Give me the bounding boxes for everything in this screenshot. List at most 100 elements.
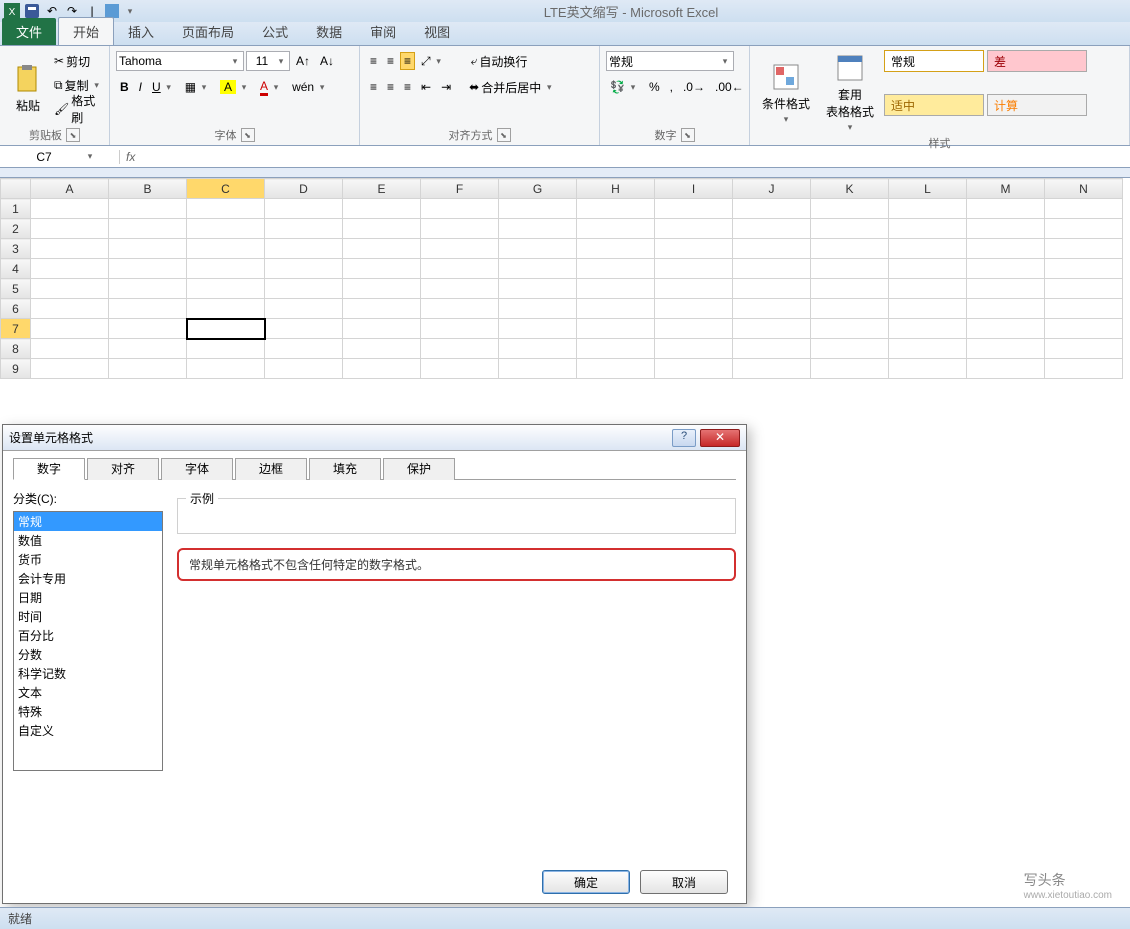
phonetic-button[interactable]: wén▾ — [288, 78, 332, 96]
category-item[interactable]: 货币 — [14, 550, 162, 569]
cell-B5[interactable] — [109, 279, 187, 299]
cell-G8[interactable] — [499, 339, 577, 359]
cell-E7[interactable] — [343, 319, 421, 339]
category-listbox[interactable]: 常规数值货币会计专用日期时间百分比分数科学记数文本特殊自定义 — [13, 511, 163, 771]
cell-A7[interactable] — [31, 319, 109, 339]
cell-D1[interactable] — [265, 199, 343, 219]
cell-H3[interactable] — [577, 239, 655, 259]
cell-N4[interactable] — [1045, 259, 1123, 279]
name-box[interactable]: ▾ — [0, 150, 120, 164]
align-left-button[interactable]: ≡ — [366, 78, 381, 96]
font-size-combo[interactable]: ▾ — [246, 51, 290, 71]
cell-K2[interactable] — [811, 219, 889, 239]
cell-N1[interactable] — [1045, 199, 1123, 219]
category-item[interactable]: 分数 — [14, 645, 162, 664]
border-button[interactable]: ▦▾ — [181, 78, 214, 96]
cell-H8[interactable] — [577, 339, 655, 359]
cell-L8[interactable] — [889, 339, 967, 359]
clipboard-launcher[interactable]: ⬊ — [66, 128, 80, 142]
cell-K3[interactable] — [811, 239, 889, 259]
category-item[interactable]: 常规 — [14, 512, 162, 531]
review-tab[interactable]: 审阅 — [356, 18, 410, 45]
cell-J1[interactable] — [733, 199, 811, 219]
percent-button[interactable]: % — [645, 78, 664, 96]
cell-N7[interactable] — [1045, 319, 1123, 339]
cell-K6[interactable] — [811, 299, 889, 319]
cell-F1[interactable] — [421, 199, 499, 219]
cell-B9[interactable] — [109, 359, 187, 379]
cell-C8[interactable] — [187, 339, 265, 359]
dialog-tab-3[interactable]: 边框 — [235, 458, 307, 480]
cell-G7[interactable] — [499, 319, 577, 339]
style-bad[interactable]: 差 — [987, 50, 1087, 72]
col-header-H[interactable]: H — [577, 179, 655, 199]
paste-button[interactable]: 粘贴 — [6, 50, 50, 127]
accounting-button[interactable]: 💱▾ — [606, 78, 643, 96]
format-as-table-button[interactable]: 套用 表格格式▾ — [820, 50, 880, 135]
cell-G4[interactable] — [499, 259, 577, 279]
shrink-font-button[interactable]: A↓ — [316, 52, 338, 70]
row-header-2[interactable]: 2 — [1, 219, 31, 239]
cell-L6[interactable] — [889, 299, 967, 319]
cell-L9[interactable] — [889, 359, 967, 379]
category-item[interactable]: 自定义 — [14, 721, 162, 740]
qat-dropdown-icon[interactable]: ▾ — [124, 6, 136, 17]
cell-L4[interactable] — [889, 259, 967, 279]
cell-H1[interactable] — [577, 199, 655, 219]
italic-button[interactable]: I — [135, 78, 146, 96]
cell-A2[interactable] — [31, 219, 109, 239]
cell-D7[interactable] — [265, 319, 343, 339]
cell-I4[interactable] — [655, 259, 733, 279]
cell-H6[interactable] — [577, 299, 655, 319]
fill-color-button[interactable]: A▾ — [216, 78, 254, 96]
align-bottom-button[interactable]: ≡ — [400, 52, 415, 70]
col-header-D[interactable]: D — [265, 179, 343, 199]
cell-K4[interactable] — [811, 259, 889, 279]
cell-D9[interactable] — [265, 359, 343, 379]
name-box-dropdown-icon[interactable]: ▾ — [84, 151, 96, 162]
col-header-G[interactable]: G — [499, 179, 577, 199]
cell-K1[interactable] — [811, 199, 889, 219]
cell-C7[interactable] — [187, 319, 265, 339]
cell-D2[interactable] — [265, 219, 343, 239]
cell-B4[interactable] — [109, 259, 187, 279]
cell-B6[interactable] — [109, 299, 187, 319]
cell-C1[interactable] — [187, 199, 265, 219]
orientation-button[interactable]: ⤢▾ — [417, 52, 449, 71]
cell-E1[interactable] — [343, 199, 421, 219]
cell-N9[interactable] — [1045, 359, 1123, 379]
cell-F2[interactable] — [421, 219, 499, 239]
cell-M9[interactable] — [967, 359, 1045, 379]
cell-D3[interactable] — [265, 239, 343, 259]
cell-J4[interactable] — [733, 259, 811, 279]
cell-F4[interactable] — [421, 259, 499, 279]
cell-E5[interactable] — [343, 279, 421, 299]
cell-F7[interactable] — [421, 319, 499, 339]
underline-button[interactable]: U▾ — [148, 78, 179, 96]
cell-J5[interactable] — [733, 279, 811, 299]
category-item[interactable]: 会计专用 — [14, 569, 162, 588]
category-item[interactable]: 文本 — [14, 683, 162, 702]
dialog-tab-2[interactable]: 字体 — [161, 458, 233, 480]
format-painter-button[interactable]: 🖌格式刷 — [54, 98, 103, 120]
align-middle-button[interactable]: ≡ — [383, 52, 398, 70]
dialog-tab-0[interactable]: 数字 — [13, 458, 85, 480]
cell-N3[interactable] — [1045, 239, 1123, 259]
ok-button[interactable]: 确定 — [542, 870, 630, 894]
cell-G6[interactable] — [499, 299, 577, 319]
col-header-A[interactable]: A — [31, 179, 109, 199]
cell-J6[interactable] — [733, 299, 811, 319]
cell-I3[interactable] — [655, 239, 733, 259]
cell-A4[interactable] — [31, 259, 109, 279]
formulas-tab[interactable]: 公式 — [248, 18, 302, 45]
grow-font-button[interactable]: A↑ — [292, 52, 314, 70]
cell-F6[interactable] — [421, 299, 499, 319]
cell-M3[interactable] — [967, 239, 1045, 259]
category-item[interactable]: 特殊 — [14, 702, 162, 721]
cell-L2[interactable] — [889, 219, 967, 239]
font-launcher[interactable]: ⬊ — [241, 128, 255, 142]
cell-K8[interactable] — [811, 339, 889, 359]
indent-inc-button[interactable]: ⇥ — [437, 78, 455, 96]
cell-K9[interactable] — [811, 359, 889, 379]
cell-K5[interactable] — [811, 279, 889, 299]
